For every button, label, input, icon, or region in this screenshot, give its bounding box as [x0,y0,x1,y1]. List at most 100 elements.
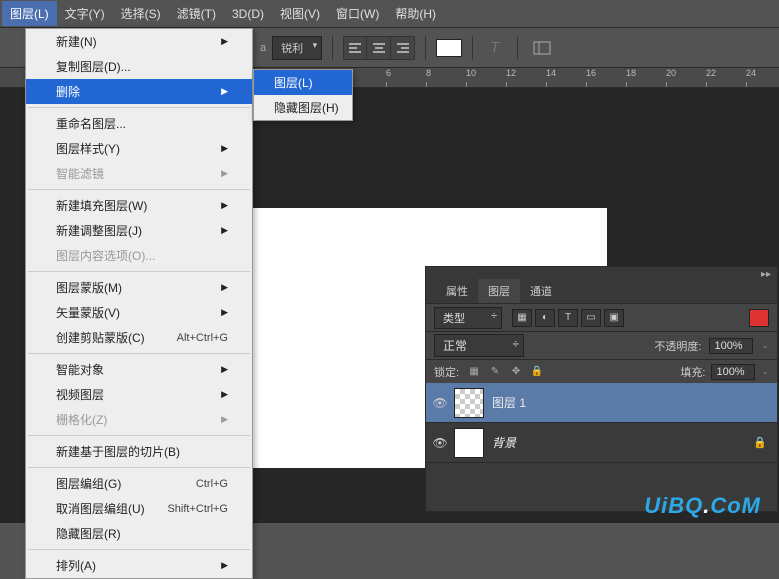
menu-item[interactable]: 新建(N)▶ [26,29,252,54]
filter-adjust-icon[interactable]: ◐ [535,309,555,327]
menu-item[interactable]: 智能对象▶ [26,357,252,382]
lock-all-icon[interactable]: 🔒 [528,364,546,380]
ruler-tick: 18 [626,68,636,78]
menu-item-label: 智能滤镜 [56,165,104,182]
menu-separator [28,107,250,108]
submenu-arrow-icon: ▶ [221,200,228,211]
ruler-tick: 24 [746,68,756,78]
layer-row[interactable]: 👁 图层 1 [426,383,777,423]
filter-type-icon[interactable]: T [558,309,578,327]
menu-item[interactable]: 新建基于图层的切片(B) [26,439,252,464]
menu-帮助(H)[interactable]: 帮助(H) [387,1,444,26]
menu-item-label: 图层蒙版(M) [56,279,122,296]
delete-submenu: 图层(L)隐藏图层(H) [253,69,353,121]
menu-separator [28,353,250,354]
menu-item-label: 矢量蒙版(V) [56,304,120,321]
color-swatch[interactable] [436,39,462,57]
visibility-eye-icon[interactable]: 👁 [432,396,447,410]
submenu-item[interactable]: 图层(L) [254,70,352,95]
menu-item-label: 新建(N) [56,33,97,50]
lock-image-icon[interactable]: ✎ [486,364,504,380]
layer-row[interactable]: 👁 背景🔒 [426,423,777,463]
layers-panel: ▸▸ 属性图层通道 类型 ▦ ◐ T ▭ ▣ 正常 不透明度: 100% ⌄ 锁… [425,266,778,512]
separator [472,36,473,60]
panels-toggle-button[interactable] [528,36,556,60]
menu-separator [28,189,250,190]
menu-item-label: 取消图层编组(U) [56,500,145,517]
menu-item-label: 排列(A) [56,557,96,574]
antialias-dropdown[interactable]: 锐利 [272,36,322,60]
shortcut: Shift+Ctrl+G [167,503,228,515]
menu-item[interactable]: 重命名图层... [26,111,252,136]
chevron-down-icon[interactable]: ⌄ [761,340,769,351]
layer-name[interactable]: 图层 1 [492,394,777,411]
menu-item[interactable]: 图层蒙版(M)▶ [26,275,252,300]
menu-separator [28,549,250,550]
tab-属性[interactable]: 属性 [436,279,478,303]
fill-input[interactable]: 100% [711,364,755,380]
menu-item-label: 图层编组(G) [56,475,121,492]
lock-fill-row: 锁定: ▦ ✎ ✥ 🔒 填充: 100% ⌄ [426,359,777,383]
menu-item[interactable]: 矢量蒙版(V)▶ [26,300,252,325]
align-left-button[interactable] [343,36,367,60]
tab-通道[interactable]: 通道 [520,279,562,303]
filter-kind-dropdown[interactable]: 类型 [434,307,502,329]
ruler-tick: 14 [546,68,556,78]
lock-position-icon[interactable]: ✥ [507,364,525,380]
lock-transparency-icon[interactable]: ▦ [465,364,483,380]
menu-item[interactable]: 新建填充图层(W)▶ [26,193,252,218]
menu-item[interactable]: 新建调整图层(J) ▶ [26,218,252,243]
menu-item[interactable]: 排列(A)▶ [26,553,252,578]
submenu-arrow-icon: ▶ [221,168,228,179]
menu-滤镜(T)[interactable]: 滤镜(T) [169,1,224,26]
blend-mode-dropdown[interactable]: 正常 [434,334,524,357]
menu-选择(S)[interactable]: 选择(S) [113,1,169,26]
warp-text-button[interactable]: 𝘛 [483,36,507,60]
menu-item[interactable]: 隐藏图层(R) [26,521,252,546]
tab-图层[interactable]: 图层 [478,279,520,303]
shortcut: Ctrl+G [196,478,228,490]
menu-separator [28,271,250,272]
menu-separator [28,435,250,436]
align-right-button[interactable] [391,36,415,60]
menu-窗口(W)[interactable]: 窗口(W) [328,1,387,26]
opacity-input[interactable]: 100% [709,338,753,354]
menu-item[interactable]: 复制图层(D)... [26,54,252,79]
layer-menu-dropdown: 新建(N)▶复制图层(D)...删除▶重命名图层...图层样式(Y)▶智能滤镜▶… [25,28,253,579]
menu-item[interactable]: 删除▶ [26,79,252,104]
submenu-arrow-icon: ▶ [221,225,228,236]
ruler-tick: 10 [466,68,476,78]
blend-opacity-row: 正常 不透明度: 100% ⌄ [426,331,777,359]
menu-3D(D)[interactable]: 3D(D) [224,3,272,25]
menu-item: 栅格化(Z)▶ [26,407,252,432]
chevron-down-icon[interactable]: ⌄ [761,366,769,377]
menu-item[interactable]: 取消图层编组(U) Shift+Ctrl+G [26,496,252,521]
menu-item-label: 创建剪贴蒙版(C) [56,329,145,346]
menu-item[interactable]: 创建剪贴蒙版(C) Alt+Ctrl+G [26,325,252,350]
filter-smart-icon[interactable]: ▣ [604,309,624,327]
fill-label: 填充: [680,364,705,380]
lock-icon: 🔒 [753,436,767,449]
shortcut: Alt+Ctrl+G [177,332,228,344]
menu-item[interactable]: 图层样式(Y)▶ [26,136,252,161]
layer-thumbnail[interactable] [454,428,484,458]
menu-图层(L)[interactable]: 图层(L) [2,1,57,26]
align-center-button[interactable] [367,36,391,60]
menu-item-label: 栅格化(Z) [56,411,107,428]
chevron-right-icon: ▸▸ [761,269,771,280]
menu-item[interactable]: 视频图层▶ [26,382,252,407]
filter-pixel-icon[interactable]: ▦ [512,309,532,327]
menu-item-label: 新建调整图层(J) [56,222,142,239]
ruler-tick: 16 [586,68,596,78]
layer-thumbnail[interactable] [454,388,484,418]
filter-toggle[interactable] [749,309,769,327]
separator [332,36,333,60]
aa-label: a [260,42,266,54]
layer-name[interactable]: 背景 [492,434,753,451]
filter-shape-icon[interactable]: ▭ [581,309,601,327]
visibility-eye-icon[interactable]: 👁 [432,436,447,450]
menu-文字(Y)[interactable]: 文字(Y) [57,1,113,26]
submenu-item[interactable]: 隐藏图层(H) [254,95,352,120]
menu-item[interactable]: 图层编组(G) Ctrl+G [26,471,252,496]
menu-视图(V)[interactable]: 视图(V) [272,1,328,26]
